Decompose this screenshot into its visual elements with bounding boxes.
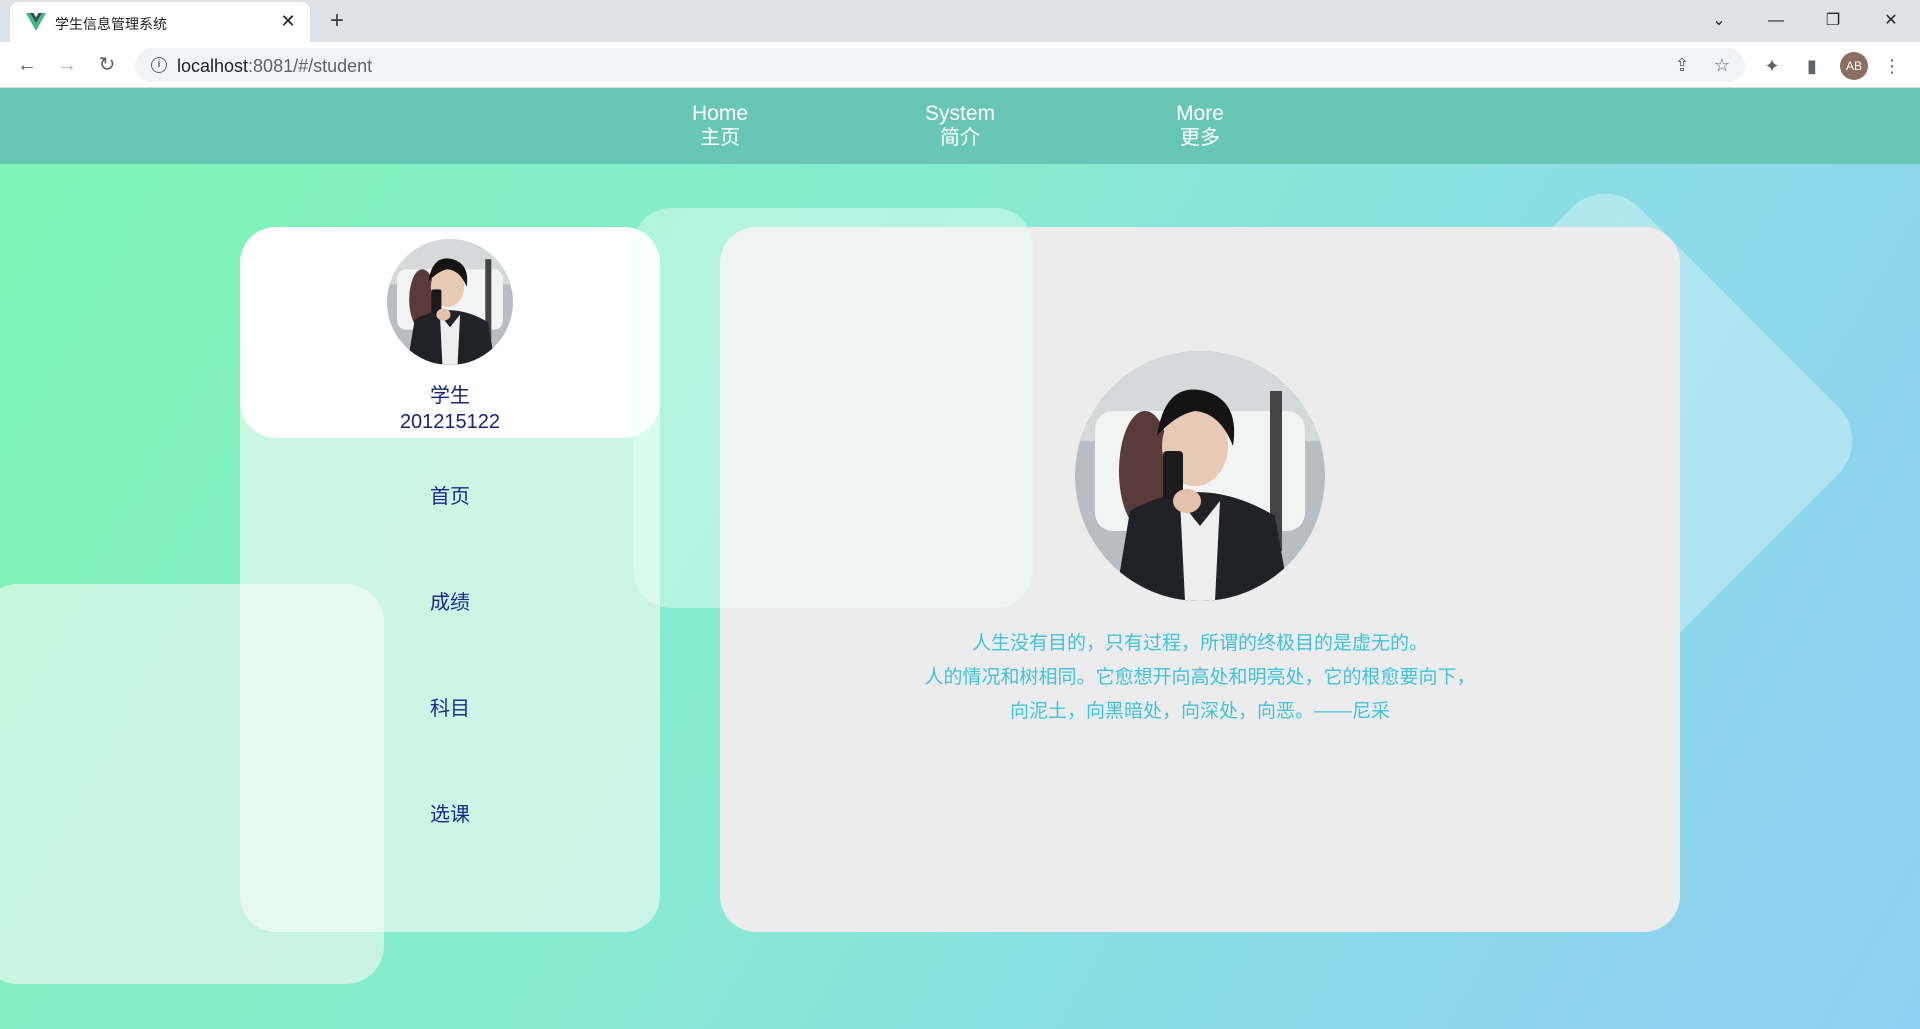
quote-line: 人的情况和树相同。它愈想开向高处和明亮处，它的根愈要向下， — [924, 667, 1476, 688]
forward-icon[interactable]: → — [53, 51, 81, 79]
browser-tabstrip: 学生信息管理系统 ✕ + ⌄ — ❐ ✕ — [0, 0, 1920, 42]
reload-icon[interactable]: ↻ — [93, 51, 121, 79]
tab-close-icon[interactable]: ✕ — [278, 11, 298, 31]
menu-kebab-icon[interactable]: ⋮ — [1880, 54, 1904, 78]
back-icon[interactable]: ← — [13, 51, 41, 79]
new-tab-icon[interactable]: + — [323, 8, 351, 36]
extensions-icon[interactable]: ✦ — [1760, 54, 1784, 78]
nav-more[interactable]: More 更多 — [1140, 102, 1260, 150]
page-viewport: Home 主页 System 简介 More 更多 人生没有目的，只有过程，所谓… — [0, 88, 1920, 1029]
top-navigation: Home 主页 System 简介 More 更多 — [0, 88, 1920, 164]
large-avatar-photo — [1075, 351, 1325, 601]
decorative-glass-square — [0, 584, 384, 984]
tab-search-icon[interactable]: ⌄ — [1696, 6, 1742, 36]
restore-icon[interactable]: ❐ — [1810, 6, 1856, 36]
browser-toolbar: ← → ↻ i localhost:8081/#/student ⇪ ☆ — [0, 42, 1920, 88]
sidebar-item-home[interactable]: 首页 — [240, 480, 660, 509]
address-bar[interactable]: i localhost:8081/#/student ⇪ ☆ — [135, 48, 1745, 82]
profile-avatar[interactable]: AB — [1840, 52, 1868, 80]
minimize-icon[interactable]: — — [1753, 6, 1799, 36]
tab-title: 学生信息管理系统 — [55, 16, 167, 32]
nav-system[interactable]: System 简介 — [900, 102, 1020, 150]
site-info-icon[interactable]: i — [151, 57, 167, 73]
profile-card: 学生 201215122 — [240, 227, 660, 438]
student-id: 201215122 — [399, 411, 501, 433]
avatar — [387, 239, 513, 365]
quote-line: 向泥土，向黑暗处，向深处，向恶。——尼采 — [1009, 701, 1390, 722]
user-role: 学生 — [430, 385, 470, 407]
decorative-glass-square — [633, 208, 1033, 608]
share-icon[interactable]: ⇪ — [1671, 55, 1693, 75]
browser-tab[interactable]: 学生信息管理系统 ✕ — [10, 2, 310, 42]
vue-logo-icon — [26, 13, 46, 31]
nav-home[interactable]: Home 主页 — [660, 102, 780, 150]
bookmark-star-icon[interactable]: ☆ — [1711, 55, 1733, 75]
url-text[interactable]: localhost:8081/#/student — [177, 56, 372, 77]
quote-line: 人生没有目的，只有过程，所谓的终极目的是虚无的。 — [971, 633, 1428, 654]
side-panel-icon[interactable]: ▮ — [1800, 54, 1824, 78]
close-window-icon[interactable]: ✕ — [1868, 6, 1914, 36]
